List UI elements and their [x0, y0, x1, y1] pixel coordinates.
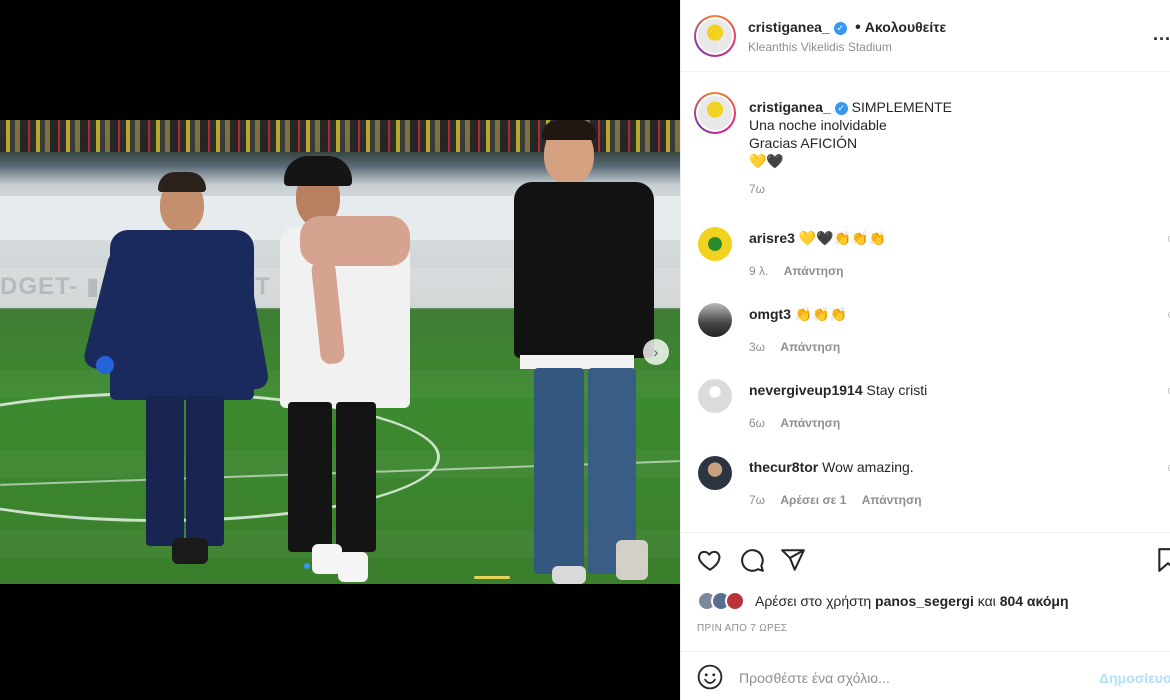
following-button[interactable]: Ακολουθείτε — [865, 19, 946, 35]
add-comment-input[interactable]: Προσθέστε ένα σχόλιο... — [739, 670, 890, 686]
comment-time[interactable]: 6ω — [749, 416, 765, 430]
post-location[interactable]: Kleanthis Vikelidis Stadium — [748, 40, 892, 54]
comment-text: 👏👏👏 — [794, 306, 848, 322]
comment-time[interactable]: 3ω — [749, 340, 765, 354]
liker-username[interactable]: panos_segergi — [875, 593, 974, 609]
caption-body: cristiganea_ ✓ SIMPLEMENTE Una noche inol… — [749, 98, 1149, 196]
verified-badge-icon: ✓ — [833, 22, 847, 35]
actions-divider — [681, 532, 1170, 533]
author-username[interactable]: cristiganea_ — [748, 19, 830, 35]
comment-row: arisre3 💛🖤👏👏👏 — [749, 230, 886, 247]
comment-bubble-icon[interactable] — [739, 547, 765, 573]
comment-text: Stay cristi — [866, 382, 928, 398]
comment-avatar[interactable] — [698, 227, 732, 261]
comment-meta: 7ω Αρέσει σε 1 Απάντηση — [749, 493, 922, 507]
comment-time[interactable]: 7ω — [749, 493, 765, 507]
comment-meta: 9 λ. Απάντηση — [749, 264, 843, 278]
caption-line-1: SIMPLEMENTE — [851, 99, 952, 115]
comment-username[interactable]: arisre3 — [749, 230, 795, 246]
comment-time[interactable]: 9 λ. — [749, 264, 768, 278]
comment-likes-count[interactable]: Αρέσει σε 1 — [780, 493, 846, 507]
post-header: cristiganea_ ✓ • Ακολουθείτε Kleanthis Vik… — [681, 0, 1170, 72]
likes-summary: Αρέσει στο χρήστη panos_segergi και 804 … — [755, 593, 1069, 609]
comment-row: nevergiveup1914 Stay cristi — [749, 382, 927, 398]
post-side-panel: cristiganea_ ✓ • Ακολουθείτε Kleanthis Vik… — [680, 0, 1170, 700]
comment-reply-button[interactable]: Απάντηση — [780, 340, 840, 354]
caption-line-3: Gracias AFICIÓN — [749, 135, 858, 151]
post-photo[interactable]: DGET- ▮ NG ▮ V DGET ▮ V ▮ GET — [0, 120, 680, 584]
likes-count[interactable]: 804 ακόμη — [1000, 593, 1069, 609]
comment-username[interactable]: omgt3 — [749, 306, 791, 322]
bookmark-icon[interactable] — [1157, 547, 1170, 573]
default-avatar-icon[interactable] — [698, 379, 732, 413]
carousel-next-button[interactable]: › — [643, 339, 669, 365]
likes-prefix: Αρέσει στο χρήστη — [755, 593, 872, 609]
caption-username[interactable]: cristiganea_ — [749, 99, 831, 115]
comment-box-divider — [681, 651, 1170, 652]
caption-time[interactable]: 7ω — [749, 182, 1149, 196]
post-media: DGET- ▮ NG ▮ V DGET ▮ V ▮ GET — [0, 0, 680, 700]
comment-row: thecur8tor Wow amazing. — [749, 459, 914, 475]
comment-reply-button[interactable]: Απάντηση — [780, 416, 840, 430]
comment-avatar[interactable] — [698, 456, 732, 490]
share-send-icon[interactable] — [780, 547, 806, 573]
verified-badge-icon: ✓ — [834, 101, 848, 115]
caption-line-2: Una noche inolvidable — [749, 117, 887, 133]
comment-text: Wow amazing. — [822, 459, 914, 475]
header-title-row: cristiganea_ ✓ • Ακολουθείτε — [748, 19, 946, 37]
comment-row: omgt3 👏👏👏 — [749, 306, 847, 323]
liker-avatar[interactable] — [725, 591, 745, 611]
comment-meta: 3ω Απάντηση — [749, 340, 840, 354]
comment-meta: 6ω Απάντηση — [749, 416, 840, 430]
comment-username[interactable]: thecur8tor — [749, 459, 818, 475]
comment-avatar[interactable] — [698, 303, 732, 337]
separator-dot: • — [855, 19, 861, 36]
caption-emoji: 💛🖤 — [749, 153, 784, 169]
likes-middle: και — [977, 593, 996, 609]
comment-reply-button[interactable]: Απάντηση — [862, 493, 922, 507]
more-options-icon[interactable]: ... — [1153, 24, 1170, 45]
carousel-indicator-active — [304, 563, 310, 569]
pitch-object — [474, 576, 510, 579]
author-avatar[interactable] — [694, 15, 736, 57]
chevron-right-icon: › — [653, 344, 659, 360]
like-heart-icon[interactable] — [697, 547, 723, 573]
comment-reply-button[interactable]: Απάντηση — [784, 264, 844, 278]
publish-button[interactable]: Δημοσίευση — [1099, 670, 1170, 686]
post-time-ago[interactable]: ΠΡΙΝ ΑΠΟ 7 ΩΡΕΣ — [697, 623, 787, 634]
caption-avatar[interactable] — [694, 92, 736, 134]
emoji-icon[interactable] — [697, 664, 723, 690]
comment-username[interactable]: nevergiveup1914 — [749, 382, 863, 398]
comment-text: 💛🖤👏👏👏 — [798, 230, 886, 246]
